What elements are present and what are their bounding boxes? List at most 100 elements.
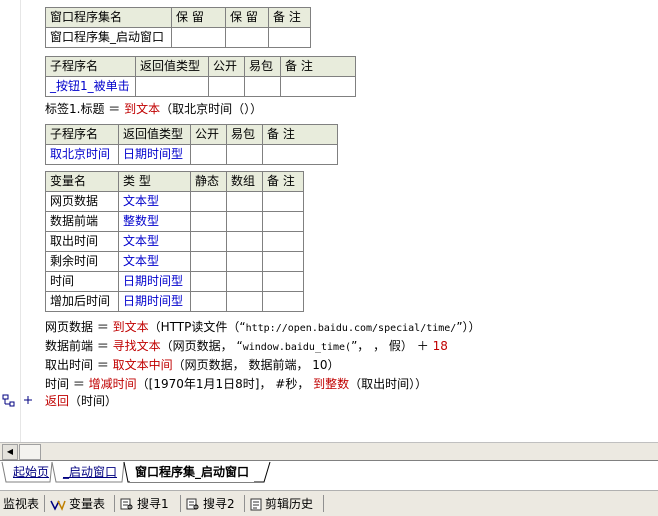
table-cell[interactable] [226,291,263,312]
divider [180,495,181,512]
var-name-cell[interactable]: 时间 [45,271,119,292]
table-cell[interactable] [190,144,227,165]
table-cell[interactable] [244,76,281,97]
scroll-left-button[interactable]: ◀ [2,444,18,460]
table-cell[interactable] [190,191,227,212]
table-cell[interactable] [226,231,263,252]
code-text: （时间） [69,394,118,408]
table-cell[interactable] [226,211,263,232]
var-name-cell[interactable]: 取出时间 [45,231,119,252]
search2-label: 搜寻2 [203,497,235,511]
table-cell[interactable] [190,271,227,292]
code-line-label[interactable]: 标签1.标题 ＝ 到文本（取北京时间（）） [45,100,262,118]
flow-return-icon[interactable] [2,392,40,408]
table-cell[interactable] [190,211,227,232]
code-line[interactable]: 网页数据 ＝ 到文本（HTTP读文件（“http://open.baidu.co… [45,318,481,338]
table-cell[interactable] [171,27,226,48]
table-cell[interactable] [262,271,304,292]
col-header: 备 注 [268,7,311,28]
col-header: 保 留 [171,7,226,28]
table-row[interactable]: 网页数据 文本型 [45,191,304,212]
divider [44,495,45,512]
table-row[interactable]: 剩余时间 文本型 [45,251,304,272]
table-cell[interactable] [262,231,304,252]
subroutine-name-cell[interactable]: 取北京时间 [45,144,119,165]
code-function: 到文本 [112,320,149,334]
var-type-cell[interactable]: 日期时间型 [118,271,191,292]
code-line[interactable]: 时间 ＝ 增减时间（[1970年1月1日8时]， #秒， 到整数（取出时间）） [45,375,427,393]
horizontal-scrollbar[interactable]: ◀ [0,442,658,460]
var-name-cell[interactable]: 增加后时间 [45,291,119,312]
table-row[interactable]: 时间 日期时间型 [45,271,304,292]
code-text: （HTTP读文件（“ [148,320,246,334]
table-cell[interactable] [190,251,227,272]
search1-tab[interactable]: 搜寻1 [120,495,169,513]
table-cell[interactable] [135,76,209,97]
assembly-name-cell[interactable]: 窗口程序集_启动窗口 [45,27,172,48]
table-cell[interactable] [262,191,304,212]
var-name-cell[interactable]: 网页数据 [45,191,119,212]
return-type-cell[interactable]: 日期时间型 [118,144,191,165]
subroutine-name-cell[interactable]: _按钮1_被单击 [45,76,136,97]
variable-table-tab[interactable]: 变量表 [50,495,105,513]
table-cell[interactable] [226,191,263,212]
table-cell[interactable] [226,271,263,292]
col-header: 子程序名 [45,124,119,145]
scroll-thumb[interactable] [19,444,41,460]
code-line[interactable]: 取出时间 ＝ 取文本中间（网页数据， 数据前端， 10） [45,356,340,374]
var-type-cell[interactable]: 整数型 [118,211,191,232]
table-cell[interactable] [280,76,356,97]
code-text: ”）） [456,320,481,334]
table-cell[interactable] [208,76,245,97]
code-line[interactable]: 返回（时间） [45,392,117,410]
code-string: window.baidu_time( [242,342,352,353]
var-type-cell[interactable]: 日期时间型 [118,291,191,312]
code-line[interactable]: 数据前端 ＝ 寻找文本（网页数据， “window.baidu_time(”， … [45,337,448,357]
table-cell[interactable] [225,27,269,48]
clip-history-label: 剪辑历史 [265,497,314,511]
search1-label: 搜寻1 [137,497,169,511]
col-header: 返回值类型 [135,56,209,77]
clip-history-tab[interactable]: 剪辑历史 [250,495,313,513]
code-text: （[1970年1月1日8时]， #秒， [136,377,314,391]
subroutine-table-2: 子程序名 返回值类型 公开 易包 备 注 取北京时间 日期时间型 [45,124,338,165]
tab-start-page[interactable]: 起始页 [8,463,54,482]
code-operator: ＝ [108,102,121,116]
var-type-cell[interactable]: 文本型 [118,251,191,272]
col-header: 窗口程序集名 [45,7,172,28]
table-cell[interactable] [190,291,227,312]
table-row[interactable]: 取出时间 文本型 [45,231,304,252]
col-header: 备 注 [280,56,356,77]
col-header: 易包 [226,124,263,145]
search-icon [120,498,133,510]
table-cell[interactable] [262,144,338,165]
gutter-separator [20,0,21,442]
col-header: 子程序名 [45,56,136,77]
table-cell[interactable] [226,251,263,272]
col-header: 变量名 [45,171,119,192]
search-icon [186,498,199,510]
table-cell[interactable] [268,27,311,48]
table-row[interactable]: 增加后时间 日期时间型 [45,291,304,312]
tab-assembly-window[interactable]: 窗口程序集_启动窗口 [130,463,255,482]
var-name-cell[interactable]: 数据前端 [45,211,119,232]
var-name-cell[interactable]: 剩余时间 [45,251,119,272]
search2-tab[interactable]: 搜寻2 [186,495,235,513]
code-editor[interactable]: 窗口程序集名 保 留 保 留 备 注 窗口程序集_启动窗口 子程序名 返回值类型… [0,0,658,442]
divider [114,495,115,512]
table-cell[interactable] [262,251,304,272]
table-row[interactable]: 数据前端 整数型 [45,211,304,232]
var-type-cell[interactable]: 文本型 [118,231,191,252]
table-cell[interactable] [226,144,263,165]
tab-startup-window[interactable]: _启动窗口 [58,463,122,482]
code-args: （取北京时间（）） [160,102,263,116]
table-cell[interactable] [190,231,227,252]
table-cell[interactable] [262,211,304,232]
var-type-cell[interactable]: 文本型 [118,191,191,212]
watch-table-tab[interactable]: 监视表 [3,495,39,513]
code-function: 增减时间 [88,377,137,391]
col-header: 备 注 [262,171,304,192]
variable-table-label: 变量表 [69,497,106,511]
table-cell[interactable] [262,291,304,312]
code-function: 到整数 [313,377,350,391]
